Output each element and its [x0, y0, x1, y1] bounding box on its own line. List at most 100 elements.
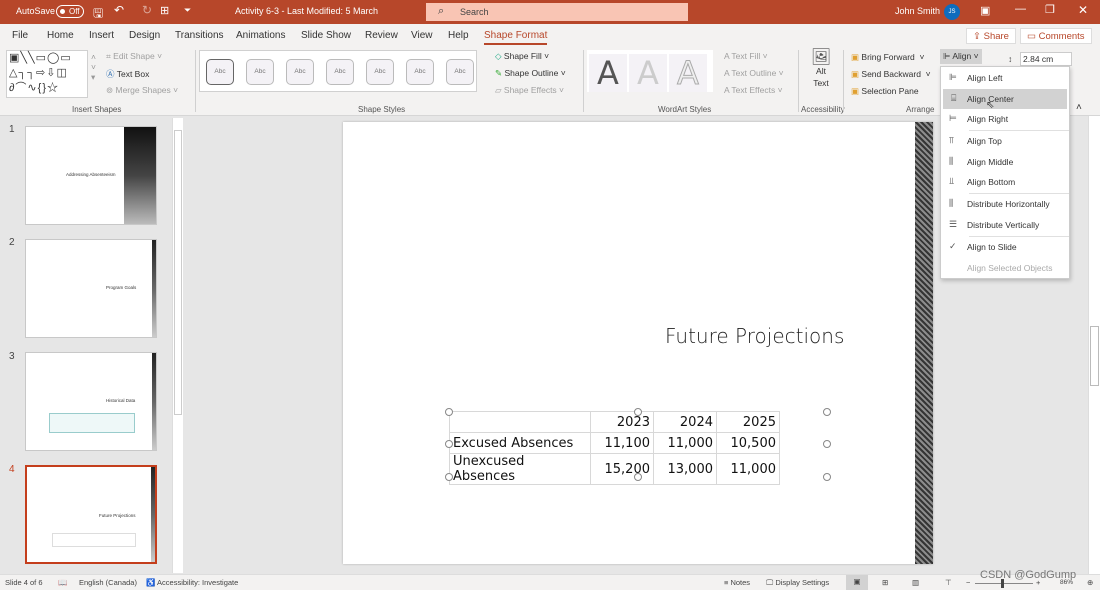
table-cell[interactable]: 2025	[716, 411, 780, 433]
menu-item-distribute-horizontally[interactable]: ⫼ Distribute Horizontally	[941, 194, 1069, 214]
notes-button[interactable]: ≡ Notes	[724, 578, 750, 587]
shape-style-3[interactable]: Abc	[286, 59, 314, 85]
autosave-toggle[interactable]: Off	[56, 5, 84, 18]
shape-styles-gallery[interactable]: Abc Abc Abc Abc Abc Abc Abc	[199, 50, 477, 92]
slideshow-icon[interactable]: ⊤	[945, 578, 952, 587]
table-cell[interactable]: 10,500	[716, 432, 780, 454]
slide-canvas[interactable]: Future Projections 2023 2024 2025 Excuse…	[343, 122, 933, 564]
customize-qat-icon[interactable]: ⏷	[184, 5, 191, 16]
tab-file[interactable]: File	[12, 30, 28, 41]
align-button[interactable]: ⊫ Align ˅	[940, 49, 982, 64]
slide-sorter-icon[interactable]: ⊞	[882, 578, 888, 587]
table-cell[interactable]: Unexcused Absences	[449, 453, 591, 485]
resize-handle[interactable]	[445, 473, 453, 481]
shape-style-4[interactable]: Abc	[326, 59, 354, 85]
tab-help[interactable]: Help	[448, 30, 469, 41]
shape-effects-button[interactable]: ▱ Shape Effects ˅	[495, 85, 564, 96]
save-icon[interactable]: 🖫	[93, 4, 103, 25]
undo-icon[interactable]: ↶	[114, 3, 124, 17]
send-backward-button[interactable]: ▣ Send Backward ˅	[851, 69, 931, 80]
slide-thumbnail-3[interactable]: Historical Data	[25, 352, 157, 451]
accessibility-status[interactable]: ♿ Accessibility: Investigate	[146, 578, 238, 587]
alt-text-button[interactable]: 🖼 Alt Text	[809, 50, 833, 89]
table-cell[interactable]: 15,200	[590, 453, 654, 485]
shape-height-input[interactable]: 2.84 cm	[1020, 52, 1072, 66]
text-fill-button[interactable]: A Text Fill ˅	[724, 51, 768, 61]
menu-item-align-to-slide[interactable]: ✓ Align to Slide	[941, 237, 1069, 257]
text-outline-button[interactable]: A Text Outline ˅	[724, 68, 784, 78]
table-cell[interactable]: Excused Absences	[449, 432, 591, 454]
bring-forward-button[interactable]: ▣ Bring Forward ˅	[851, 52, 924, 63]
tab-slide-show[interactable]: Slide Show	[301, 30, 351, 41]
shape-fill-button[interactable]: ◇ Shape Fill ˅	[495, 51, 549, 62]
restore-icon[interactable]: ❐	[1045, 3, 1055, 16]
shape-style-1[interactable]: Abc	[206, 59, 234, 85]
redo-icon[interactable]: ↻	[142, 3, 152, 17]
shape-style-6[interactable]: Abc	[406, 59, 434, 85]
present-icon[interactable]: ⊞	[160, 4, 169, 17]
tab-shape-format[interactable]: Shape Format	[484, 30, 548, 45]
table-cell[interactable]: 2024	[653, 411, 717, 433]
search-box[interactable]: ⌕ Search	[426, 3, 688, 21]
resize-handle[interactable]	[823, 408, 831, 416]
menu-item-distribute-vertically[interactable]: ☰ Distribute Vertically	[941, 215, 1069, 235]
spell-check-icon[interactable]: 📖	[58, 578, 67, 587]
selection-pane-button[interactable]: ▣ Selection Pane	[851, 86, 919, 97]
table-cell[interactable]	[449, 411, 591, 433]
table-cell[interactable]: 13,000	[653, 453, 717, 485]
tab-transitions[interactable]: Transitions	[175, 30, 224, 41]
menu-item-align-center[interactable]: ⌸ Align Center	[943, 89, 1067, 109]
menu-item-align-right[interactable]: ⊨ Align Right	[941, 109, 1069, 129]
shape-style-2[interactable]: Abc	[246, 59, 274, 85]
shape-style-7[interactable]: Abc	[446, 59, 474, 85]
shapes-gallery[interactable]: ▣╲╲▭◯▭ △┐┐⇨⇩◫ ∂⌒∿{}☆	[6, 50, 88, 98]
fit-to-window-icon[interactable]: ⊕	[1087, 578, 1093, 587]
resize-handle[interactable]	[445, 440, 453, 448]
reading-view-icon[interactable]: ▥	[912, 578, 919, 587]
menu-item-align-top[interactable]: ⫪ Align Top	[941, 131, 1069, 151]
wordart-style-3[interactable]: A	[669, 54, 707, 93]
shape-style-5[interactable]: Abc	[366, 59, 394, 85]
wordart-style-1[interactable]: A	[589, 54, 627, 92]
thumbnail-scrollbar[interactable]	[172, 118, 183, 573]
wordart-style-2[interactable]: A	[629, 54, 667, 92]
tab-review[interactable]: Review	[365, 30, 398, 41]
resize-handle[interactable]	[634, 408, 642, 416]
tab-animations[interactable]: Animations	[236, 30, 285, 41]
resize-handle[interactable]	[823, 440, 831, 448]
edit-shape-button[interactable]: ⌗ Edit Shape ˅	[106, 51, 162, 62]
document-title[interactable]: Activity 6-3 - Last Modified: 5 March	[235, 6, 378, 16]
slide-thumbnail-4[interactable]: Future Projections	[25, 465, 157, 564]
table-cell[interactable]: 2023	[590, 411, 654, 433]
zoom-out-icon[interactable]: −	[966, 578, 970, 587]
normal-view-icon[interactable]: ▣	[846, 575, 868, 590]
text-box-button[interactable]: Ⓐ Text Box	[106, 68, 149, 80]
minimize-icon[interactable]: —	[1015, 3, 1026, 15]
data-table[interactable]: 2023 2024 2025 Excused Absences 11,100 1…	[449, 411, 780, 485]
slide-thumbnail-1[interactable]: Addressing Absenteeism	[25, 126, 157, 225]
menu-item-align-left[interactable]: ⊫ Align Left	[941, 68, 1069, 88]
share-button[interactable]: ⇪ Share	[966, 28, 1016, 44]
slide-scrollbar[interactable]	[1088, 116, 1100, 574]
merge-shapes-button[interactable]: ⊚ Merge Shapes ˅	[106, 85, 178, 96]
close-icon[interactable]: ✕	[1078, 3, 1088, 17]
avatar[interactable]: JS	[944, 4, 960, 20]
table-cell[interactable]: 11,000	[653, 432, 717, 454]
shape-outline-button[interactable]: ✎ Shape Outline ˅	[495, 68, 566, 79]
resize-handle[interactable]	[445, 408, 453, 416]
tab-view[interactable]: View	[411, 30, 433, 41]
ribbon-display-icon[interactable]: ▣	[980, 4, 990, 17]
slide-title[interactable]: Future Projections	[665, 324, 844, 348]
slide-thumbnail-2[interactable]: Program Goals	[25, 239, 157, 338]
menu-item-align-bottom[interactable]: ⫫ Align Bottom	[941, 172, 1069, 192]
tab-home[interactable]: Home	[47, 30, 74, 41]
text-effects-button[interactable]: A Text Effects ˅	[724, 85, 783, 95]
table-cell[interactable]: 11,100	[590, 432, 654, 454]
tab-insert[interactable]: Insert	[89, 30, 114, 41]
menu-item-align-middle[interactable]: ⫼ Align Middle	[941, 152, 1069, 172]
zoom-slider[interactable]	[975, 579, 1033, 588]
display-settings-button[interactable]: 🖵 Display Settings	[766, 578, 829, 588]
collapse-ribbon-icon[interactable]: ˄	[1076, 102, 1082, 113]
gallery-scroll[interactable]: ˄ ˅ ▾	[91, 52, 96, 83]
language[interactable]: English (Canada)	[79, 578, 137, 587]
